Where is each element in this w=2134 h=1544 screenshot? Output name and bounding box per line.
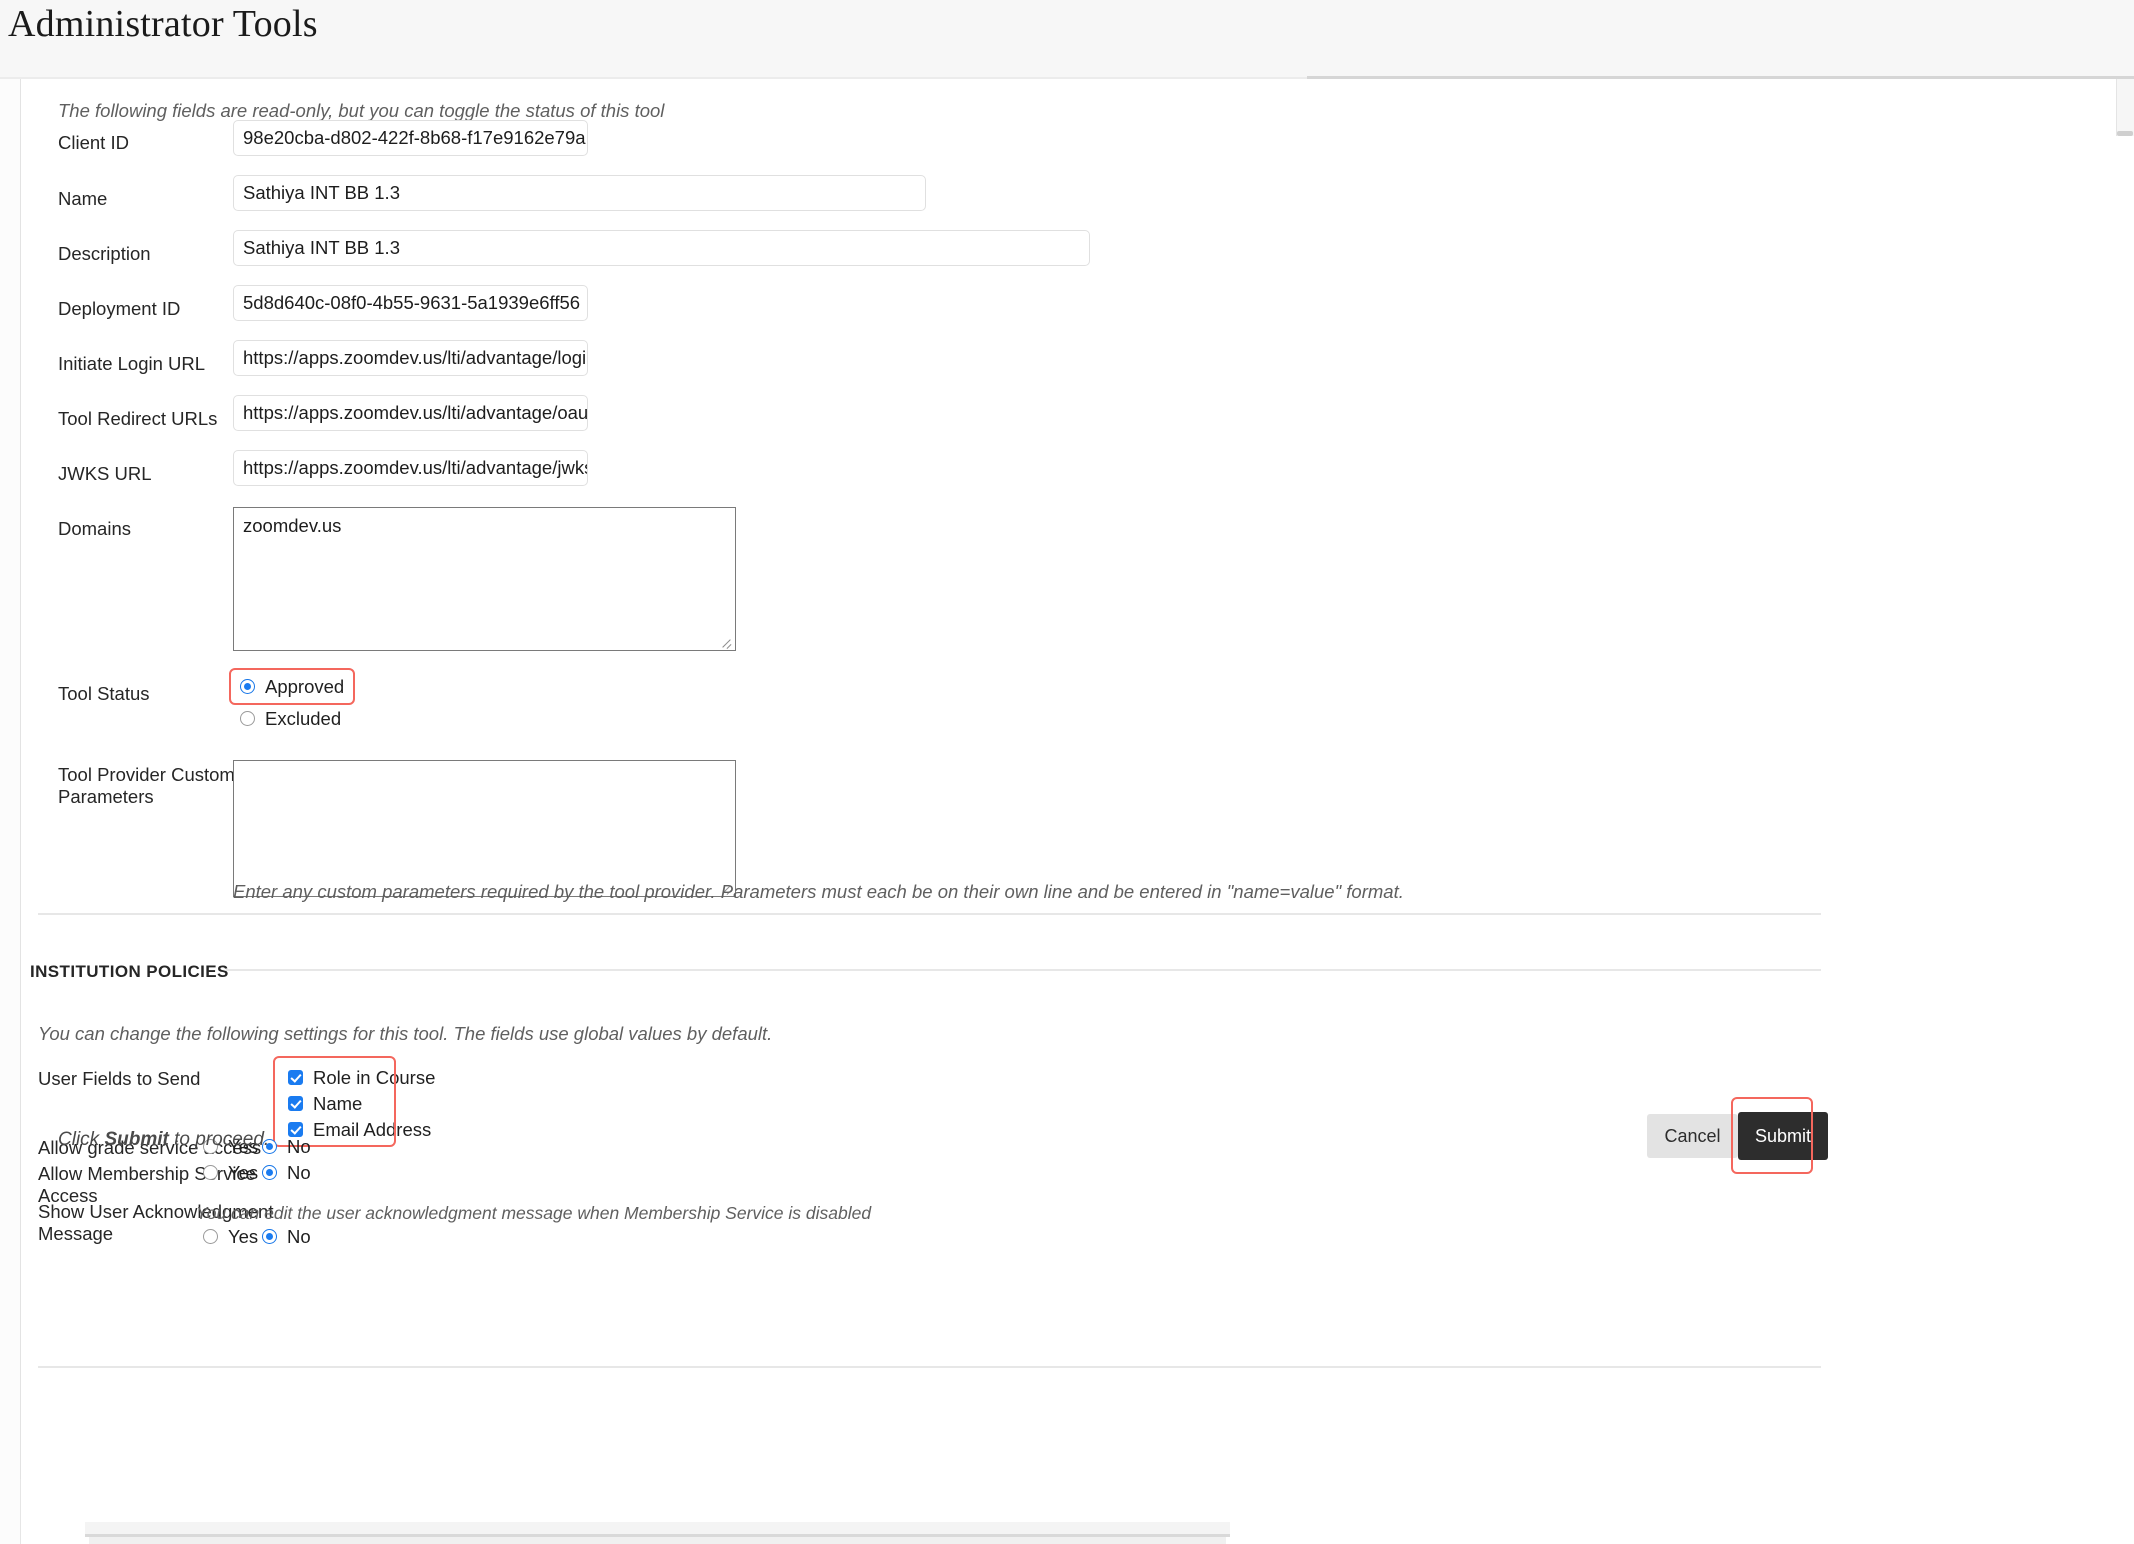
custom-parameters-help: Enter any custom parameters required by … — [233, 881, 1404, 902]
label-acknowledgment-yes: Yes — [228, 1226, 259, 1247]
input-deployment-id[interactable]: 5d8d640c-08f0-4b55-9631-5a1939e6ff56 — [233, 285, 588, 321]
institution-policies-hint: You can change the following settings fo… — [38, 1023, 773, 1044]
radio-acknowledgment-no[interactable] — [262, 1229, 277, 1244]
radio-membership-service-no[interactable] — [262, 1165, 277, 1180]
input-tool-redirect-urls[interactable]: https://apps.zoomdev.us/lti/advantage/oa… — [233, 395, 588, 431]
label-membership-service-no: No — [287, 1162, 311, 1183]
textarea-custom-parameters[interactable] — [233, 760, 736, 897]
textarea-domains[interactable]: zoomdev.us — [233, 507, 736, 651]
checkbox-email-address[interactable] — [288, 1122, 303, 1137]
vertical-scrollbar-track[interactable] — [2116, 79, 2134, 136]
label-jwks-url: JWKS URL — [58, 463, 152, 484]
label-acknowledgment-line2: Message — [38, 1223, 114, 1244]
input-initiate-login-url[interactable]: https://apps.zoomdev.us/lti/advantage/lo… — [233, 340, 588, 376]
divider-institution-policies — [226, 969, 1821, 971]
acknowledgment-help: You can edit the user acknowledgment mes… — [196, 1203, 872, 1223]
label-domains: Domains — [58, 518, 131, 539]
label-tool-redirect-urls: Tool Redirect URLs — [58, 408, 218, 429]
heading-institution-policies: INSTITUTION POLICIES — [30, 962, 229, 981]
radio-tool-status-approved[interactable] — [240, 679, 255, 694]
footer-hint-bold: Submit — [104, 1129, 169, 1150]
divider-above-footer — [38, 1366, 1821, 1368]
radio-tool-status-excluded[interactable] — [240, 711, 255, 726]
app-window: Administrator Tools The following fields… — [0, 0, 2134, 1544]
bottom-panel-fill — [89, 1537, 1226, 1544]
left-gutter — [0, 79, 20, 1544]
label-membership-service-yes: Yes — [228, 1162, 259, 1183]
divider-above-policies — [38, 913, 1821, 915]
label-user-fields-to-send: User Fields to Send — [38, 1068, 201, 1089]
label-name-field: Name — [313, 1093, 363, 1114]
radio-acknowledgment-yes[interactable] — [203, 1229, 218, 1244]
input-name[interactable]: Sathiya INT BB 1.3 — [233, 175, 926, 211]
label-tool-status-approved: Approved — [265, 676, 345, 697]
label-tool-status: Tool Status — [58, 683, 150, 704]
label-tool-status-excluded: Excluded — [265, 708, 342, 729]
label-name: Name — [58, 188, 108, 209]
cancel-button[interactable]: Cancel — [1647, 1114, 1738, 1158]
label-grade-service-no: No — [287, 1136, 311, 1157]
label-initiate-login-url: Initiate Login URL — [58, 353, 206, 374]
tool-settings-panel: The following fields are read-only, but … — [20, 79, 2114, 1479]
vertical-scrollbar-thumb[interactable] — [2117, 131, 2133, 136]
footer-hint-prefix: Click — [58, 1129, 105, 1150]
radio-membership-service-yes[interactable] — [203, 1165, 218, 1180]
label-role-in-course: Role in Course — [313, 1067, 436, 1088]
label-custom-parameters-line2: Parameters — [58, 786, 154, 807]
input-description[interactable]: Sathiya INT BB 1.3 — [233, 230, 1090, 266]
page-header — [0, 0, 2134, 79]
label-description: Description — [58, 243, 151, 264]
page-title: Administrator Tools — [8, 3, 318, 45]
label-email-address: Email Address — [313, 1119, 432, 1140]
footer-hint-suffix: to proceed. — [168, 1129, 270, 1150]
footer-hint: Click Submit to proceed. — [58, 1129, 269, 1151]
label-deployment-id: Deployment ID — [58, 298, 181, 319]
checkbox-name[interactable] — [288, 1096, 303, 1111]
read-only-hint: The following fields are read-only, but … — [58, 100, 665, 121]
submit-button[interactable]: Submit — [1738, 1112, 1828, 1160]
label-client-id: Client ID — [58, 132, 129, 153]
input-client-id[interactable]: 98e20cba-d802-422f-8b68-f17e9162e79a — [233, 120, 588, 156]
label-acknowledgment-no: No — [287, 1226, 311, 1247]
checkbox-role-in-course[interactable] — [288, 1070, 303, 1085]
input-jwks-url[interactable]: https://apps.zoomdev.us/lti/advantage/jw… — [233, 450, 588, 486]
